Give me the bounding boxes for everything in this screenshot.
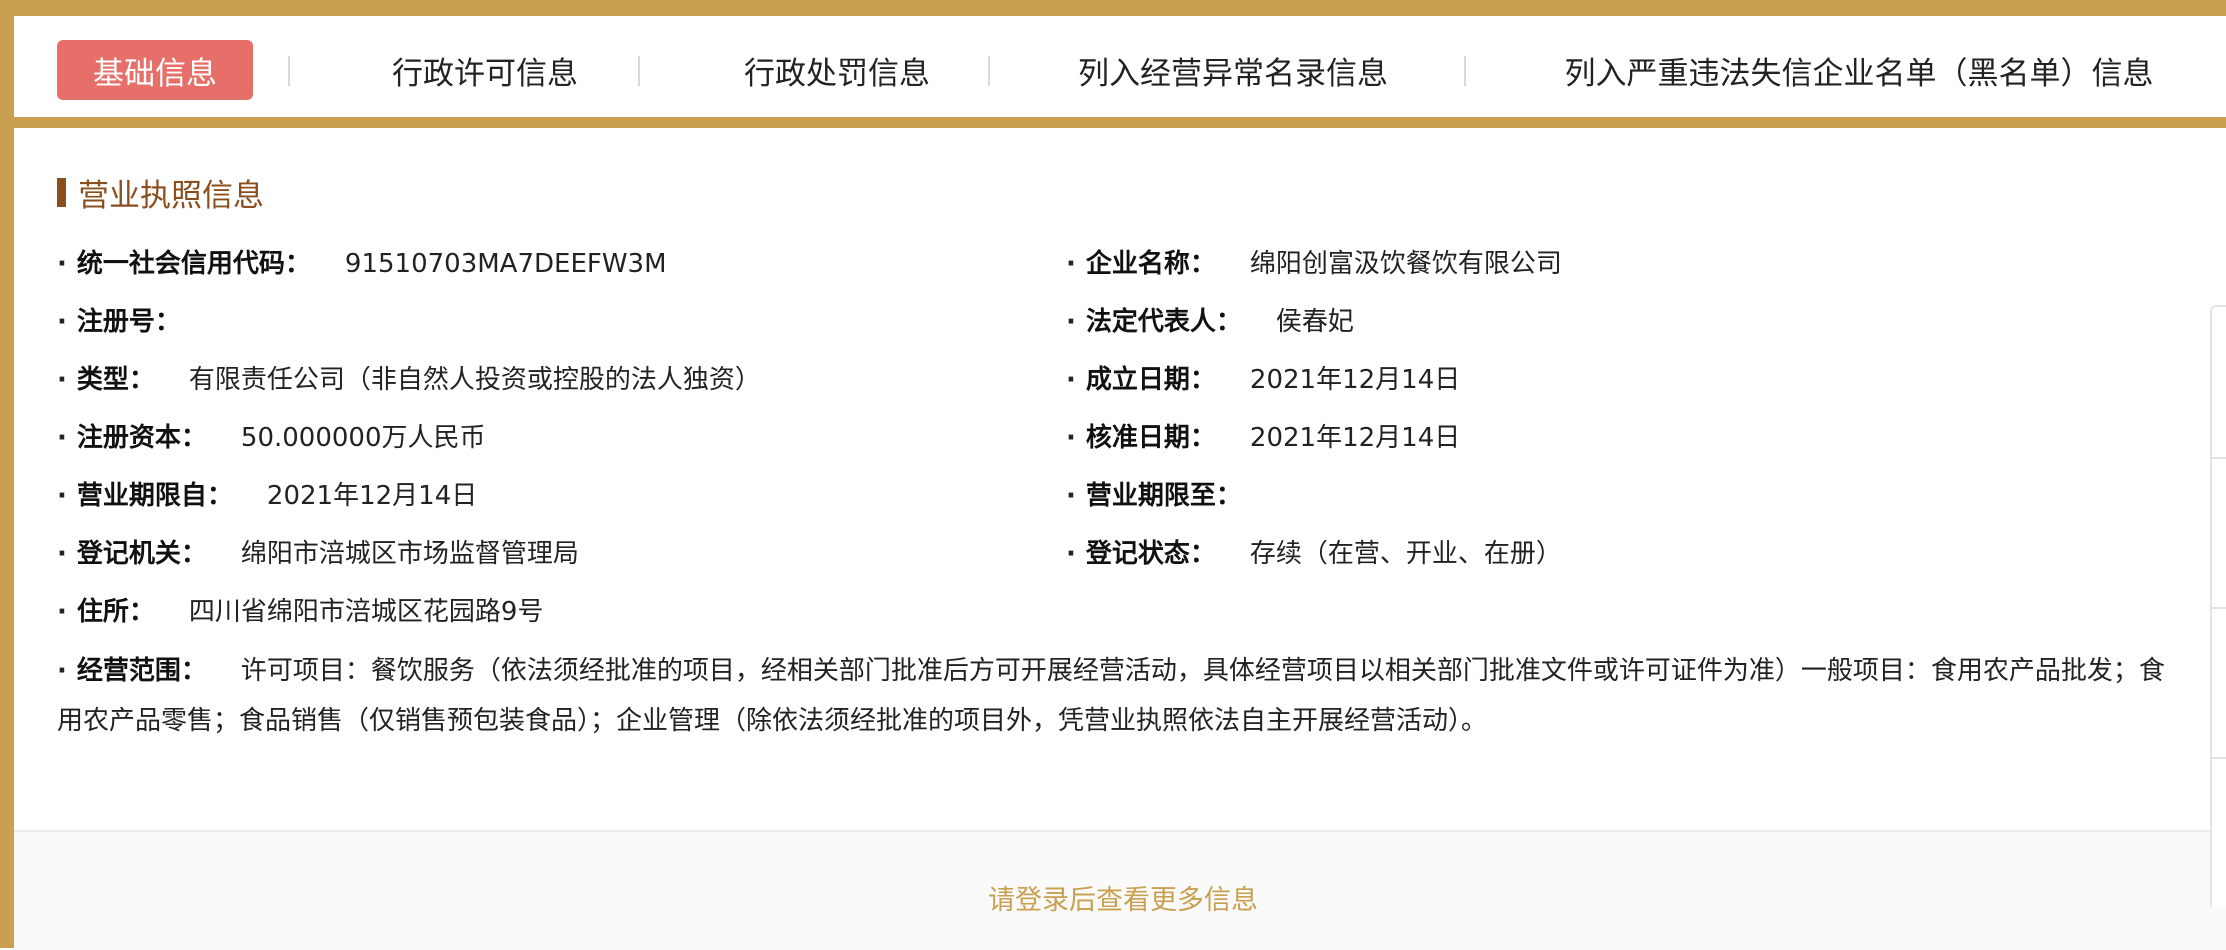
- tab-blacklist[interactable]: 列入严重违法失信企业名单（黑名单）信息: [1544, 40, 2174, 100]
- panel-divider: [2212, 607, 2226, 609]
- bullet: ·: [57, 307, 67, 337]
- field-status: · 登记状态： 存续（在营、开业、在册）: [1066, 534, 1562, 574]
- field-label: 注册资本：: [76, 423, 207, 453]
- field-label: 法定代表人：: [1085, 307, 1242, 337]
- field-legal-rep: · 法定代表人： 侯春妃: [1066, 302, 1354, 342]
- bullet: ·: [1066, 423, 1076, 453]
- side-scroll-panel[interactable]: [2210, 305, 2226, 907]
- tab-divider: [1464, 56, 1466, 86]
- business-scope: · 经营范围： 许可项目：餐饮服务（依法须经批准的项目，经相关部门批准后方可开展经营…: [57, 646, 2167, 746]
- panel-divider: [2212, 757, 2226, 759]
- field-established: · 成立日期： 2021年12月14日: [1066, 360, 1460, 400]
- bullet: ·: [57, 481, 67, 511]
- panel-divider: [2212, 457, 2226, 459]
- field-value: 91510703MA7DEEFW3M: [344, 249, 667, 279]
- field-type: · 类型： 有限责任公司（非自然人投资或控股的法人独资）: [57, 360, 761, 400]
- tab-divider: [288, 56, 290, 86]
- field-value: 2021年12月14日: [1249, 365, 1461, 395]
- bullet: ·: [57, 423, 67, 453]
- login-for-more-link[interactable]: 请登录后查看更多信息: [988, 878, 1258, 917]
- tab-abnormal-list[interactable]: 列入经营异常名录信息: [1054, 40, 1412, 100]
- bullet: ·: [1066, 539, 1076, 569]
- tab-underline-border: [0, 117, 2226, 128]
- tab-basic-info[interactable]: 基础信息: [57, 40, 253, 100]
- tab-divider: [638, 56, 640, 86]
- field-company-name: · 企业名称： 绵阳创富汲饮餐饮有限公司: [1066, 244, 1562, 284]
- bullet: ·: [57, 656, 67, 686]
- bullet: ·: [57, 597, 67, 627]
- field-label: 营业期限至：: [1085, 481, 1242, 511]
- field-label: 住所：: [76, 597, 155, 627]
- field-term-to: · 营业期限至：: [1066, 476, 1242, 516]
- field-credit-code: · 统一社会信用代码： 91510703MA7DEEFW3M: [57, 244, 667, 284]
- field-authority: · 登记机关： 绵阳市涪城区市场监督管理局: [57, 534, 579, 574]
- left-border: [0, 0, 14, 948]
- field-value: 侯春妃: [1275, 307, 1354, 337]
- field-value: 50.000000万人民币: [240, 423, 486, 453]
- footer-panel: 请登录后查看更多信息: [14, 830, 2226, 950]
- field-label: 登记机关：: [76, 539, 207, 569]
- scope-value: 许可项目：餐饮服务（依法须经批准的项目，经相关部门批准后方可开展经营活动，具体经…: [57, 656, 2165, 736]
- field-label: 核准日期：: [1085, 423, 1216, 453]
- field-value: 存续（在营、开业、在册）: [1249, 539, 1562, 569]
- field-capital: · 注册资本： 50.000000万人民币: [57, 418, 486, 458]
- field-label: 类型：: [76, 365, 155, 395]
- bullet: ·: [1066, 481, 1076, 511]
- section-title-text: 营业执照信息: [78, 177, 264, 214]
- field-value: 有限责任公司（非自然人投资或控股的法人独资）: [188, 365, 761, 395]
- tab-admin-license[interactable]: 行政许可信息: [352, 40, 618, 100]
- section-title: 营业执照信息: [57, 172, 264, 214]
- bullet: ·: [57, 249, 67, 279]
- field-label: 登记状态：: [1085, 539, 1216, 569]
- tab-divider: [988, 56, 990, 86]
- field-label: 企业名称：: [1085, 249, 1216, 279]
- field-value: 绵阳创富汲饮餐饮有限公司: [1249, 249, 1562, 279]
- scope-label: 经营范围：: [76, 656, 207, 686]
- field-address: · 住所： 四川省绵阳市涪城区花园路9号: [57, 592, 543, 632]
- field-label: 注册号：: [76, 307, 181, 337]
- section-marker: [57, 177, 66, 207]
- field-value: 2021年12月14日: [266, 481, 478, 511]
- bullet: ·: [1066, 249, 1076, 279]
- field-approved: · 核准日期： 2021年12月14日: [1066, 418, 1460, 458]
- field-label: 成立日期：: [1085, 365, 1216, 395]
- bullet: ·: [57, 365, 67, 395]
- tab-admin-penalty[interactable]: 行政处罚信息: [704, 40, 970, 100]
- field-value: 绵阳市涪城区市场监督管理局: [240, 539, 579, 569]
- bullet: ·: [57, 539, 67, 569]
- field-term-from: · 营业期限自： 2021年12月14日: [57, 476, 477, 516]
- bullet: ·: [1066, 365, 1076, 395]
- top-border: [0, 0, 2226, 16]
- field-label: 统一社会信用代码：: [76, 249, 311, 279]
- field-value: 四川省绵阳市涪城区花园路9号: [188, 597, 544, 627]
- field-label: 营业期限自：: [76, 481, 233, 511]
- bullet: ·: [1066, 307, 1076, 337]
- field-reg-no: · 注册号：: [57, 302, 181, 342]
- field-value: 2021年12月14日: [1249, 423, 1461, 453]
- tab-bar: 基础信息 行政许可信息 行政处罚信息 列入经营异常名录信息 列入严重违法失信企业…: [14, 16, 2226, 117]
